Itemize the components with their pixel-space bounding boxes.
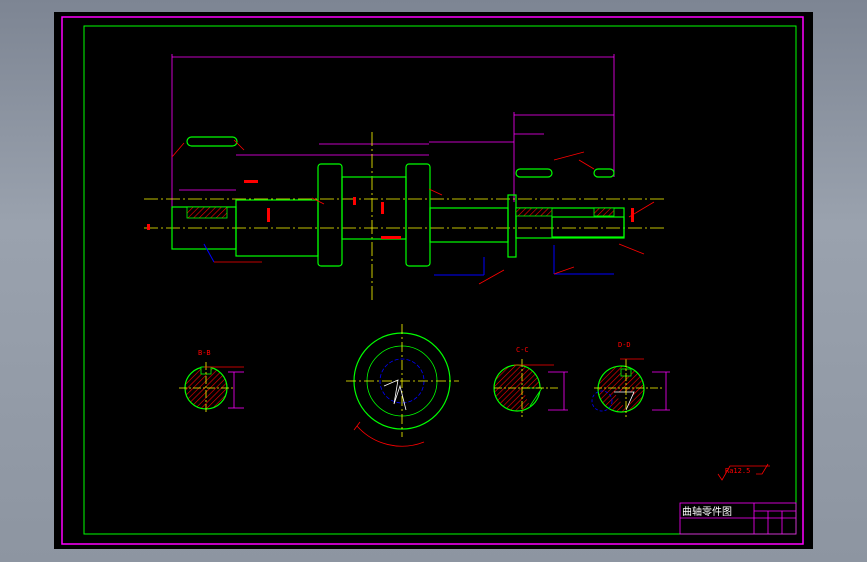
section-c-label: C-C [516,346,529,354]
keyway-sections [186,206,615,219]
end-view [346,324,459,447]
title-block-title: 曲轴零件图 [682,505,732,518]
annotations-red [171,139,655,285]
shaft-outline [171,136,625,267]
cad-viewport[interactable]: B-B C-C D-D Ra12.5 曲轴零件图 [54,12,813,549]
drawing-frame [83,25,797,535]
section-d-view [591,358,670,417]
section-b-label: B-B [198,349,211,357]
section-c-view [493,359,568,417]
surface-roughness-value: Ra12.5 [725,467,750,475]
section-b-view [179,362,244,414]
hidden-lines [203,243,614,276]
crankshaft-drawing: B-B C-C D-D Ra12.5 曲轴零件图 [61,16,804,545]
sheet-border [61,16,804,545]
overall-dimension [171,54,615,212]
section-d-label: D-D [618,341,631,349]
